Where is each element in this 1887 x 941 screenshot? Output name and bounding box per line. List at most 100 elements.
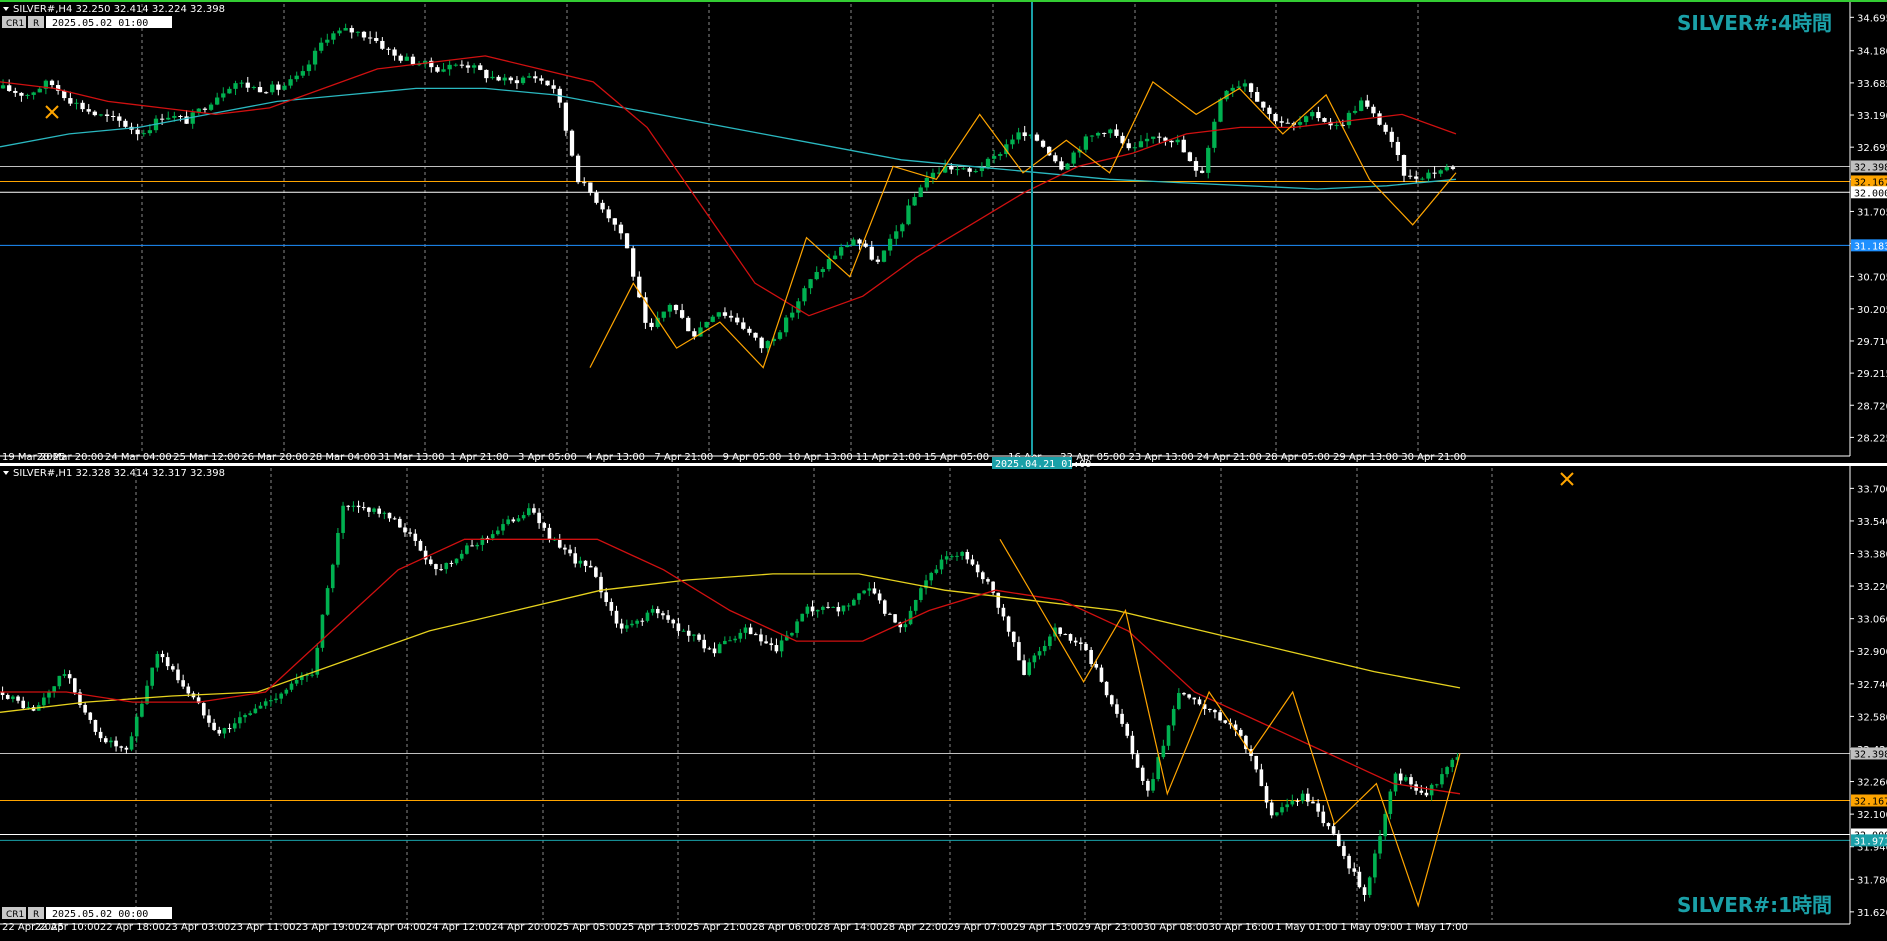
x-tick-label: 23 Apr 11:00 [230,922,295,933]
candle-body [604,592,608,602]
candle-body [692,331,697,337]
candle-body [114,740,118,747]
candle-body [1108,129,1113,134]
candle-body [1120,713,1124,724]
y-tick-label: 32.580 [1857,712,1887,723]
candle-body [747,328,752,333]
candle-body [26,707,31,709]
candle-body [181,680,185,687]
zigzag-line [589,80,1457,369]
candle-body [612,218,617,225]
candle-body [521,515,526,519]
candle-body [814,271,819,280]
candle-body [1089,135,1095,137]
chart-canvas[interactable]: 34.69534.18033.68533.19032.69532.20031.7… [0,0,1887,937]
collapse-triangle-icon[interactable] [3,471,9,475]
candle-body [1058,627,1062,634]
candle-body [1395,141,1401,156]
candle-body [542,523,547,528]
candle-body [1259,769,1264,787]
y-tick-label: 32.740 [1857,680,1887,691]
candle-body [1099,667,1104,682]
collapse-triangle-icon[interactable] [3,7,9,11]
candle-body [573,553,578,564]
candle-body [31,92,36,95]
candle-body [903,624,908,628]
candle-body [588,182,593,193]
x-tick-label: 7 Apr 21:00 [654,452,713,463]
candle-body [815,609,820,612]
candle-body [453,64,458,66]
candle-body [1001,607,1006,617]
candle-body [960,551,964,556]
candle-body [141,133,146,135]
candle-body [454,558,459,564]
crossed-tools-icon[interactable] [1560,472,1574,486]
candle-body [73,678,77,693]
candle-body [202,108,208,110]
candle-body [1126,143,1131,149]
candle-body [221,93,226,98]
candle-body [759,634,763,642]
candle-body [810,606,815,612]
candle-body [980,572,985,580]
candle-body [1303,116,1309,123]
candle-body [614,610,619,624]
candle-body [944,556,949,560]
x-tick-label: 25 Apr 13:00 [622,922,687,933]
candle-body [294,679,299,684]
candle-body [1059,161,1064,170]
candle-body [1011,631,1016,643]
candle-body [1279,121,1284,123]
candle-body [1125,723,1130,736]
candle-body [1104,681,1109,696]
candle-body [1181,139,1186,153]
candle-body [232,723,237,729]
candle-body [355,31,361,33]
candle-body [839,247,844,256]
crossed-tools-icon[interactable] [45,105,59,119]
candle-body [640,620,645,622]
candle-body [227,88,232,94]
candle-body [802,288,807,302]
candle-body [356,505,361,508]
candle-body [795,621,799,633]
candle-body [343,28,348,31]
candle-body [279,693,283,699]
candle-body [251,87,257,89]
candle-body [212,722,216,730]
candle-body [666,615,670,620]
candle-body [5,695,10,699]
candle-body [516,518,521,522]
candle-body [1130,735,1135,755]
candle-body [527,76,532,78]
x-tick-label: 29 Apr 23:00 [1078,922,1143,933]
ma-yellow-line [0,573,1461,713]
x-tick-label: 23 Apr 13:00 [1128,452,1193,463]
candle-body [1197,699,1202,705]
candle-body [42,697,46,706]
candle-body [1157,136,1162,138]
candle-body [21,700,26,709]
candle-body [1022,132,1027,137]
candle-body [967,168,972,172]
candle-body [155,653,160,668]
candle-body [624,233,630,249]
candle-body [117,116,122,121]
candle-body [676,623,681,631]
candle-body [1316,803,1320,812]
chart-pane-top: 34.69534.18033.68533.19032.69532.20031.7… [0,2,1887,463]
candle-body [88,712,93,720]
x-tick-label: 11 Apr 21:00 [856,452,921,463]
candle-body [166,117,171,120]
candle-body [1114,129,1119,136]
candle-body [1275,812,1279,816]
x-tick-label: 25 Apr 05:00 [556,922,621,933]
candle-body [284,689,289,694]
candle-body [134,716,139,737]
pane-separator [0,463,1887,466]
candle-body [98,114,104,116]
candle-body [294,75,299,80]
candle-body [140,703,144,717]
candle-body [447,64,452,70]
